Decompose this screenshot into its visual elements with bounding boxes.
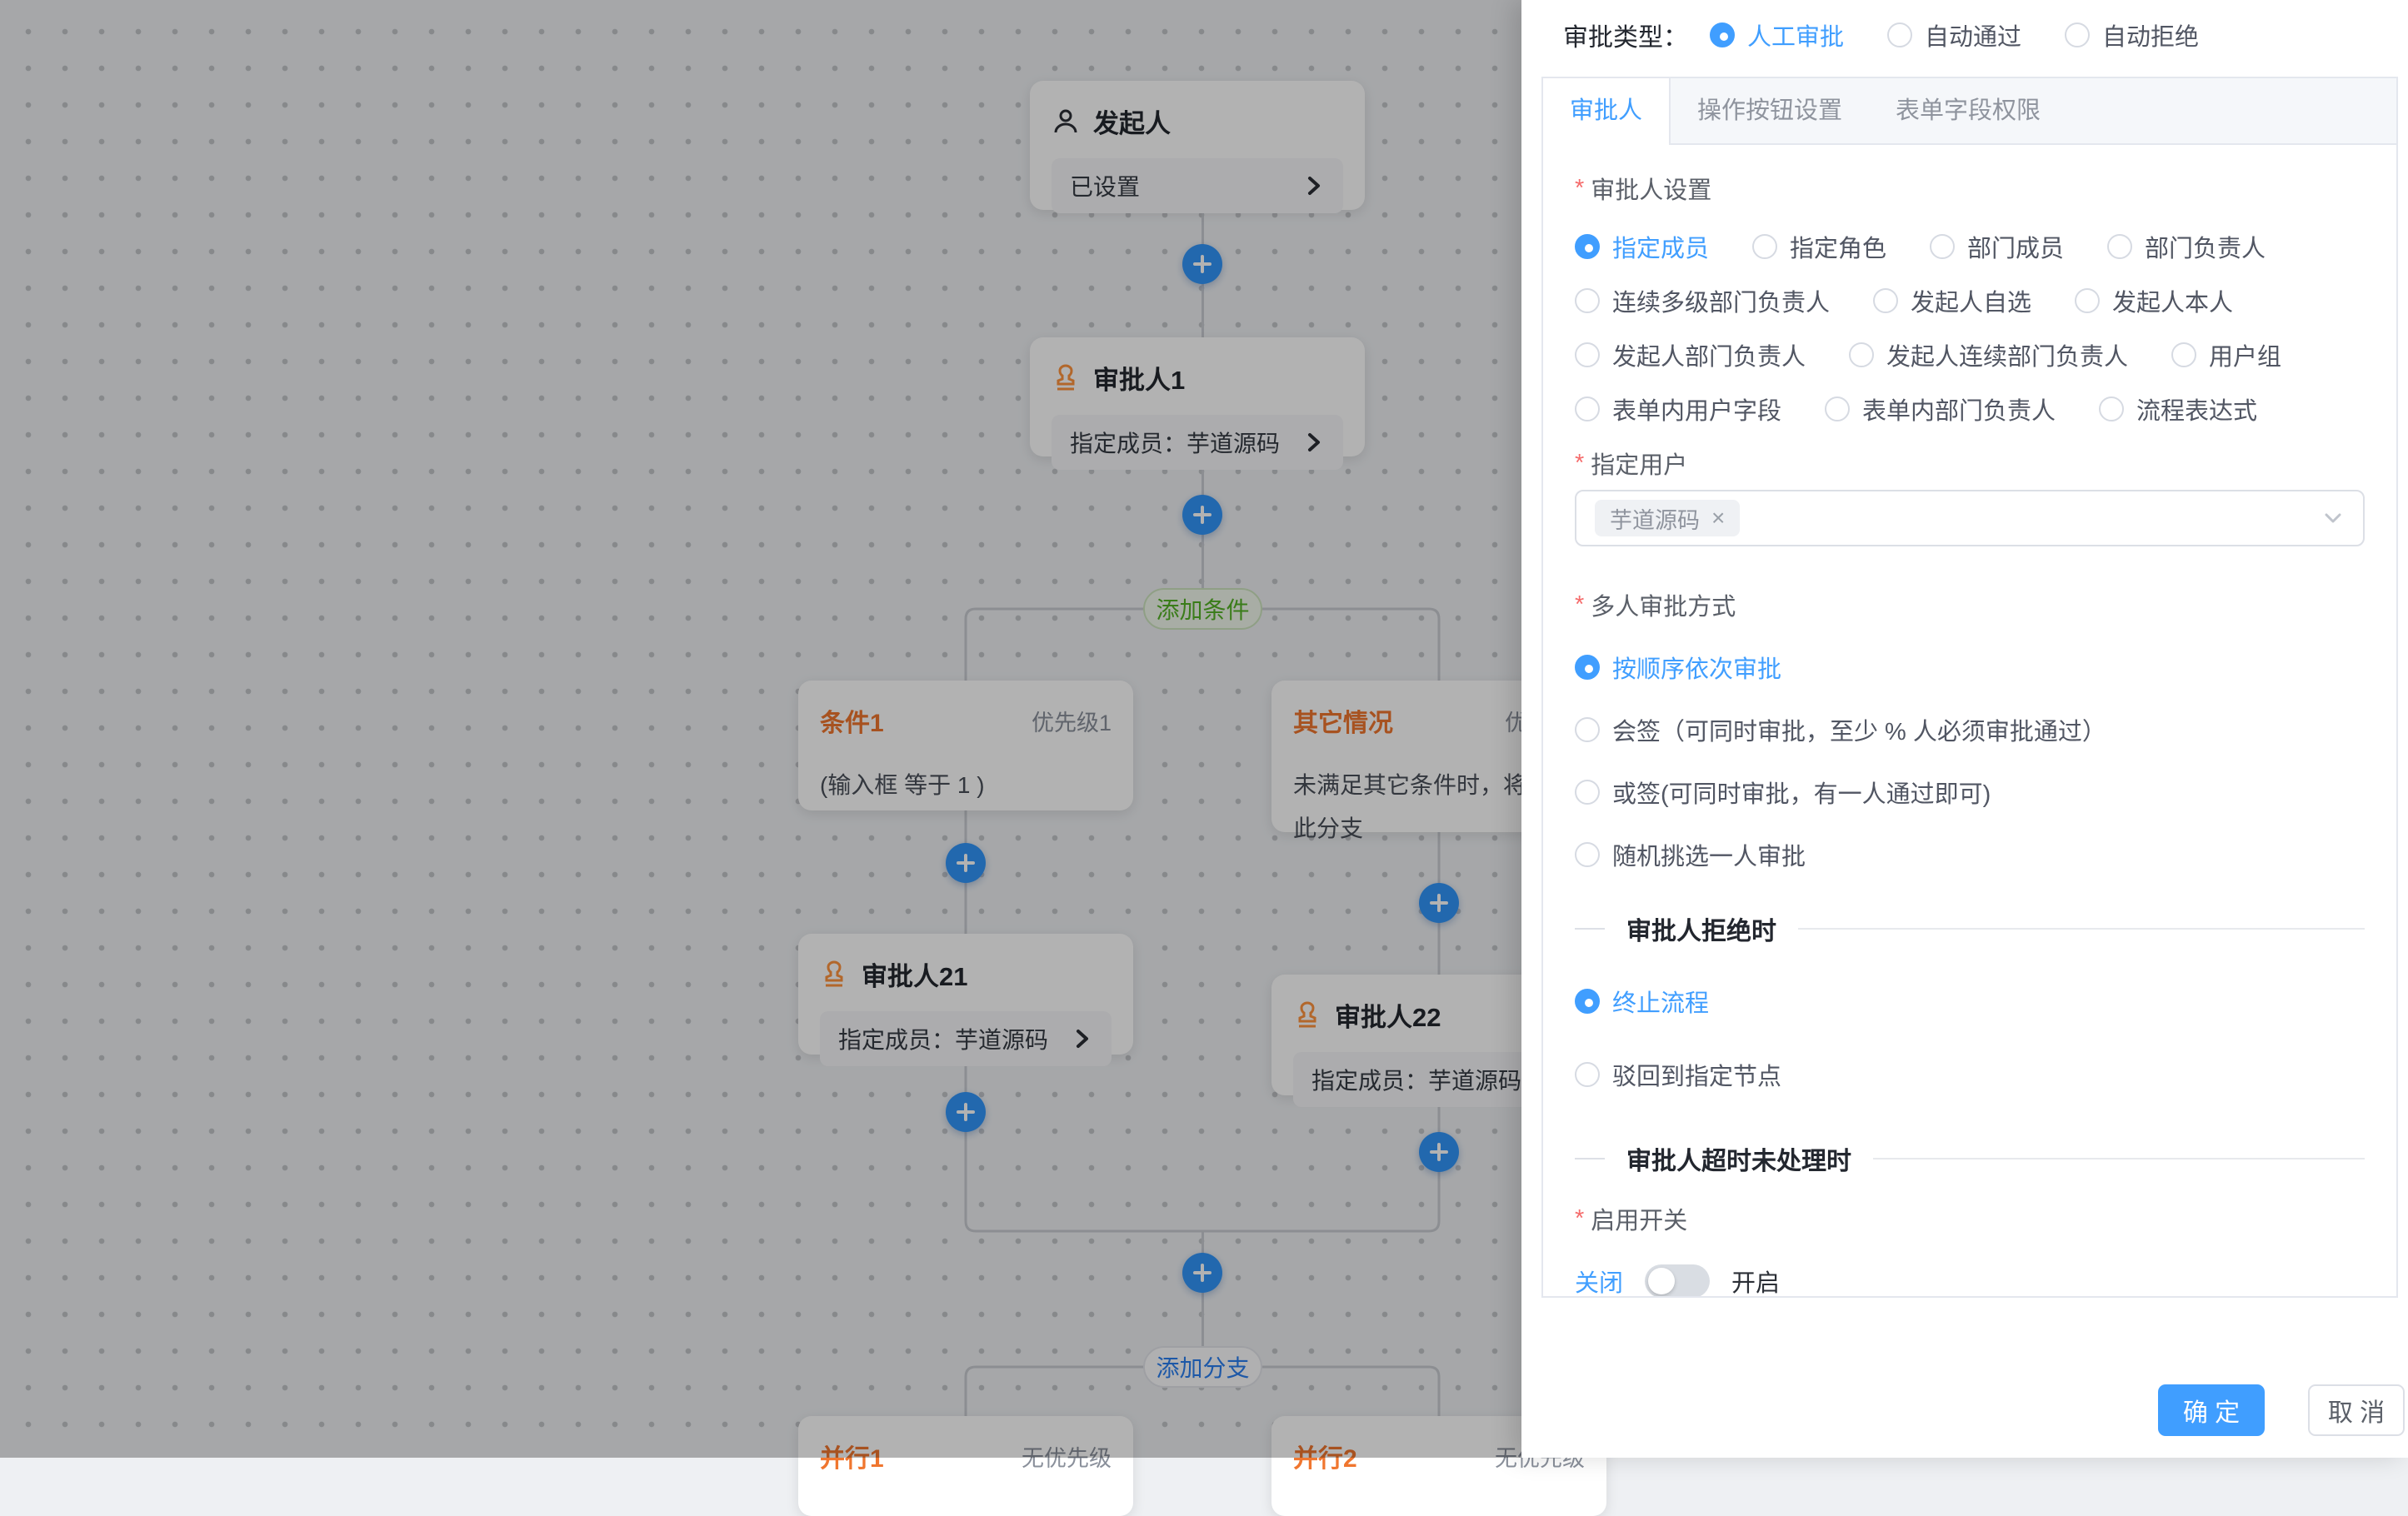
radio-dot-icon	[1575, 989, 1600, 1014]
enable-switch-row: 关闭 开启	[1575, 1264, 2365, 1296]
radio-option[interactable]: 用户组	[2171, 337, 2281, 372]
radio-dot-icon	[1710, 22, 1735, 47]
radio-dot-icon	[1825, 396, 1850, 421]
radio-option[interactable]: 发起人自选	[1873, 283, 2031, 318]
required-mark: *	[1575, 450, 1584, 477]
radio-auto-reject[interactable]: 自动拒绝	[2065, 17, 2199, 52]
radio-dot-icon	[1752, 234, 1777, 259]
radio-dot-icon	[1575, 842, 1600, 867]
enable-switch-label: * 启用开关	[1575, 1205, 2365, 1232]
radio-option[interactable]: 部门负责人	[2107, 229, 2266, 264]
approver-setting-row: 发起人部门负责人 发起人连续部门负责人 用户组	[1575, 342, 2365, 368]
multi-mode-option: 会签（可同时审批，至少 % 人必须审批通过）	[1575, 712, 2365, 747]
approver-setting-row: 指定成员 指定角色 部门成员 部门负责人	[1575, 233, 2365, 260]
chevron-down-icon	[2321, 506, 2345, 530]
radio-dot-icon	[2075, 288, 2100, 313]
radio-dot-icon	[1930, 234, 1955, 259]
approver-setting-label: * 审批人设置	[1575, 175, 2365, 202]
multi-mode-label: * 多人审批方式	[1575, 591, 2365, 618]
enable-toggle[interactable]	[1645, 1264, 1710, 1296]
drawer-footer: 确 定 取 消	[2158, 1384, 2405, 1436]
radio-manual-approval[interactable]: 人工审批	[1710, 17, 1844, 52]
radio-dot-icon	[1873, 288, 1898, 313]
assign-user-select[interactable]: 芋道源码 ×	[1575, 490, 2365, 546]
reject-option: 终止流程	[1575, 984, 2365, 1019]
timeout-section-title: 审批人超时未处理时	[1626, 1140, 1851, 1177]
switch-off-label: 关闭	[1575, 1264, 1623, 1296]
multi-mode-option: 随机挑选一人审批	[1575, 837, 2365, 872]
tab-approver[interactable]: 审批人	[1543, 78, 1671, 145]
switch-on-label: 开启	[1731, 1264, 1780, 1296]
tab-form-field-permissions[interactable]: 表单字段权限	[1869, 78, 2067, 143]
radio-option[interactable]: 流程表达式	[2099, 391, 2257, 426]
approval-settings-drawer: 审批类型： 人工审批 自动通过 自动拒绝 审批人 操作按钮设置 表单字段权限 *…	[1521, 0, 2408, 1458]
approver-tab-content: * 审批人设置 指定成员 指定角色 部门成员 部门负责人 连续多级部门负责人 发…	[1543, 145, 2396, 1296]
radio-option[interactable]: 指定成员	[1575, 229, 1709, 264]
radio-option[interactable]: 发起人连续部门负责人	[1849, 337, 2128, 372]
approval-type-label: 审批类型：	[1563, 17, 1688, 53]
radio-dot-icon	[1575, 717, 1600, 742]
remove-tag-icon[interactable]: ×	[1711, 505, 1725, 531]
radio-dot-icon	[2065, 22, 2090, 47]
approval-type-row: 审批类型： 人工审批 自动通过 自动拒绝	[1563, 13, 2242, 57]
radio-dot-icon	[2171, 342, 2196, 367]
user-tag: 芋道源码 ×	[1595, 500, 1740, 536]
multi-mode-option: 按顺序依次审批	[1575, 650, 2365, 685]
radio-option[interactable]: 指定角色	[1752, 229, 1886, 264]
approver-setting-row: 表单内用户字段 表单内部门负责人 流程表达式	[1575, 396, 2365, 422]
radio-dot-icon	[2099, 396, 2124, 421]
radio-option[interactable]: 发起人部门负责人	[1575, 337, 1806, 372]
assign-user-label: * 指定用户	[1575, 450, 2365, 476]
radio-dot-icon	[1575, 780, 1600, 805]
radio-dot-icon	[1575, 234, 1600, 259]
approver-setting-row: 连续多级部门负责人 发起人自选 发起人本人	[1575, 287, 2365, 314]
required-mark: *	[1575, 1205, 1584, 1233]
reject-section-divider: 审批人拒绝时	[1575, 910, 2365, 947]
radio-dot-icon	[1575, 1062, 1600, 1087]
radio-auto-pass[interactable]: 自动通过	[1887, 17, 2021, 52]
radio-dot-icon	[1575, 396, 1600, 421]
confirm-button[interactable]: 确 定	[2158, 1384, 2265, 1436]
radio-dot-icon	[2107, 234, 2132, 259]
multi-mode-option: 或签(可同时审批，有一人通过即可)	[1575, 775, 2365, 810]
radio-dot-icon	[1575, 342, 1600, 367]
radio-option[interactable]: 发起人本人	[2075, 283, 2233, 318]
radio-option[interactable]: 表单内部门负责人	[1825, 391, 2056, 426]
radio-dot-icon	[1887, 22, 1912, 47]
timeout-section-divider: 审批人超时未处理时	[1575, 1140, 2365, 1177]
radio-option[interactable]: 连续多级部门负责人	[1575, 283, 1830, 318]
radio-dot-icon	[1849, 342, 1874, 367]
reject-option: 驳回到指定节点	[1575, 1057, 2365, 1092]
radio-dot-icon	[1575, 655, 1600, 680]
radio-option[interactable]: 部门成员	[1930, 229, 2064, 264]
settings-tabs: 审批人 操作按钮设置 表单字段权限 * 审批人设置 指定成员 指定角色 部门成员…	[1541, 77, 2398, 1298]
cancel-button[interactable]: 取 消	[2308, 1384, 2405, 1436]
required-mark: *	[1575, 175, 1584, 202]
tab-button-settings[interactable]: 操作按钮设置	[1671, 78, 1869, 143]
required-mark: *	[1575, 591, 1584, 619]
radio-option[interactable]: 表单内用户字段	[1575, 391, 1781, 426]
reject-section-title: 审批人拒绝时	[1626, 910, 1776, 947]
radio-dot-icon	[1575, 288, 1600, 313]
tab-header: 审批人 操作按钮设置 表单字段权限	[1543, 78, 2396, 145]
